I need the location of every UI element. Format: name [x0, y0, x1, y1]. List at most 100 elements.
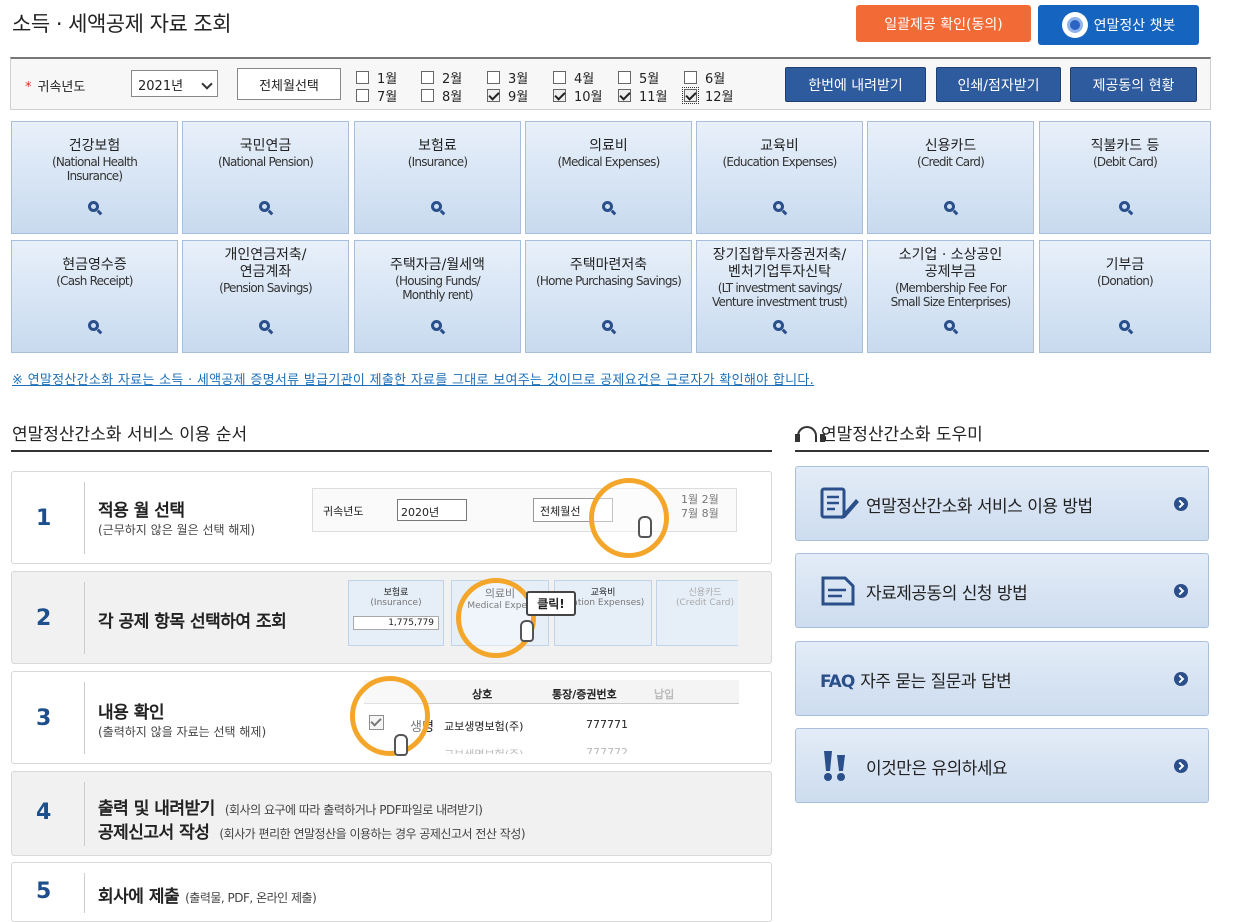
year-select[interactable]: 2021년: [131, 70, 218, 97]
category-tile[interactable]: 소기업 · 소상공인 공제부금 (Membership Fee For Small…: [867, 240, 1034, 353]
step-subtitle: (근무하지 않은 월은 선택 해제): [98, 523, 256, 537]
category-tile[interactable]: 주택자금/월세액 (Housing Funds/ Monthly rent): [354, 240, 521, 353]
month-checkbox[interactable]: [356, 71, 369, 84]
category-name: 주택자금/월세액: [390, 257, 485, 273]
month-option[interactable]: 5월: [618, 68, 659, 87]
search-icon: [773, 320, 788, 335]
helper-label: FAQ 자주 묻는 질문과 답변: [820, 672, 1012, 692]
search-icon: [1119, 320, 1134, 335]
month-checkbox[interactable]: [421, 71, 434, 84]
chevron-right-icon: [1174, 672, 1188, 686]
month-label: 7월: [377, 90, 398, 105]
helper-consent-guide[interactable]: 자료제공동의 신청 방법: [795, 553, 1209, 628]
step-number: 4: [36, 800, 52, 825]
step-title: 각 공제 항목 선택하여 조회: [98, 612, 287, 632]
search-icon: [773, 201, 788, 216]
category-english-name: (Credit Card): [917, 155, 985, 169]
category-english-name: (LT investment savings/ Venture investme…: [712, 281, 848, 309]
step-divider: [84, 873, 85, 913]
step-title-2: 공제신고서 작성 (회사가 편리한 연말정산을 이용하는 경우 공제신고서 전산 …: [98, 823, 526, 843]
category-name: 현금영수증: [62, 257, 127, 273]
helper-faq[interactable]: FAQ 자주 묻는 질문과 답변: [795, 641, 1209, 716]
month-checkbox[interactable]: [618, 89, 631, 102]
category-tile[interactable]: 주택마련저축 (Home Purchasing Savings): [525, 240, 692, 353]
month-checkbox[interactable]: [487, 71, 500, 84]
month-option[interactable]: 4월: [553, 68, 594, 87]
search-icon: [259, 320, 274, 335]
month-option[interactable]: 7월: [356, 86, 397, 105]
month-label: 12월: [705, 90, 734, 105]
month-option[interactable]: 2월: [421, 68, 462, 87]
helper-cautions[interactable]: 이것만은 유의하세요: [795, 728, 1209, 803]
highlight-ring: [456, 578, 536, 658]
helper-usage-guide[interactable]: 연말정산간소화 서비스 이용 방법: [795, 466, 1209, 541]
category-tile[interactable]: 장기집합투자증권저축/ 벤처기업투자신탁 (LT investment savin…: [696, 240, 863, 353]
click-callout: 클릭!: [526, 591, 576, 616]
search-icon: [944, 201, 959, 216]
category-name: 개인연금저축/ 연금계좌: [224, 247, 307, 280]
helper-label: 연말정산간소화 서비스 이용 방법: [866, 497, 1093, 517]
month-label: 6월: [705, 72, 726, 87]
pointer-hand-icon: [394, 734, 408, 756]
chatbot-button[interactable]: 연말정산 챗봇: [1038, 5, 1199, 45]
month-option[interactable]: 12월: [682, 86, 734, 105]
category-name: 신용카드: [924, 138, 977, 154]
month-checkbox[interactable]: [421, 89, 434, 102]
month-checkbox[interactable]: [618, 71, 631, 84]
month-checkbox[interactable]: [682, 87, 699, 104]
month-checkbox[interactable]: [553, 71, 566, 84]
category-english-name: (Education Expenses): [722, 155, 837, 169]
highlight-ring: [350, 676, 430, 756]
search-icon: [1119, 201, 1134, 216]
category-name: 보험료: [418, 138, 457, 154]
step-number: 5: [36, 879, 52, 904]
month-checkbox[interactable]: [356, 89, 369, 102]
illus-tile-credit: 신용카드 (Credit Card): [656, 580, 738, 646]
step-title: 내용 확인: [98, 703, 164, 723]
month-checkbox[interactable]: [553, 89, 566, 102]
month-checkbox[interactable]: [487, 89, 500, 102]
category-tile[interactable]: 교육비 (Education Expenses): [696, 121, 863, 234]
chatbot-icon: [1061, 12, 1088, 38]
document-edit-icon: [820, 487, 860, 525]
category-tile[interactable]: 건강보험 (National Health Insurance): [11, 121, 178, 234]
month-option[interactable]: 10월: [553, 86, 603, 105]
month-checkbox[interactable]: [684, 71, 697, 84]
search-icon: [431, 201, 446, 216]
month-label: 3월: [508, 72, 529, 87]
step-number: 1: [36, 506, 52, 531]
category-english-name: (Home Purchasing Savings): [536, 274, 682, 288]
notice-text: ※ 연말정산간소화 자료는 소득 · 세액공제 증명서류 발급기관이 제출한 자…: [12, 373, 815, 388]
category-tile[interactable]: 의료비 (Medical Expenses): [525, 121, 692, 234]
category-tile[interactable]: 국민연금 (National Pension): [182, 121, 349, 234]
category-tile[interactable]: 보험료 (Insurance): [354, 121, 521, 234]
category-tile[interactable]: 직불카드 등 (Debit Card): [1039, 121, 1211, 234]
month-option[interactable]: 11월: [618, 86, 668, 105]
step-title: 출력 및 내려받기 (회사의 요구에 따라 출력하거나 PDF파일로 내려받기): [98, 799, 483, 819]
step-2: 2 각 공제 항목 선택하여 조회 보험료 (Insurance) 1,775,77…: [11, 571, 772, 664]
select-all-months-button[interactable]: 전체월선택: [237, 68, 341, 100]
category-english-name: (Membership Fee For Small Size Enterpris…: [890, 281, 1012, 309]
month-option[interactable]: 8월: [421, 86, 462, 105]
category-tile[interactable]: 개인연금저축/ 연금계좌 (Pension Savings): [182, 240, 349, 353]
category-english-name: (National Pension): [217, 155, 314, 169]
helper-title-divider: [795, 450, 1209, 452]
category-english-name: (Housing Funds/ Monthly rent): [395, 274, 480, 302]
category-tile[interactable]: 신용카드 (Credit Card): [867, 121, 1034, 234]
download-all-button[interactable]: 한번에 내려받기: [785, 67, 926, 102]
category-tile[interactable]: 기부금 (Donation): [1039, 240, 1211, 353]
category-tile[interactable]: 현금영수증 (Cash Receipt): [11, 240, 178, 353]
step-1-illustration: 귀속년도 2020년 전체월선 1월 2월 7월 8월: [312, 488, 737, 532]
month-label: 9월: [508, 90, 529, 105]
month-label: 1월: [377, 72, 398, 87]
chevron-right-icon: [1174, 497, 1188, 511]
consent-status-button[interactable]: 제공동의 현황: [1070, 67, 1197, 102]
print-braille-button[interactable]: 인쇄/점자받기: [936, 67, 1061, 102]
month-option[interactable]: 9월: [487, 86, 528, 105]
category-name: 의료비: [589, 138, 628, 154]
consent-button[interactable]: 일괄제공 확인(동의): [856, 5, 1031, 42]
month-option[interactable]: 6월: [684, 68, 725, 87]
step-divider: [84, 782, 85, 846]
month-option[interactable]: 3월: [487, 68, 528, 87]
month-option[interactable]: 1월: [356, 68, 397, 87]
